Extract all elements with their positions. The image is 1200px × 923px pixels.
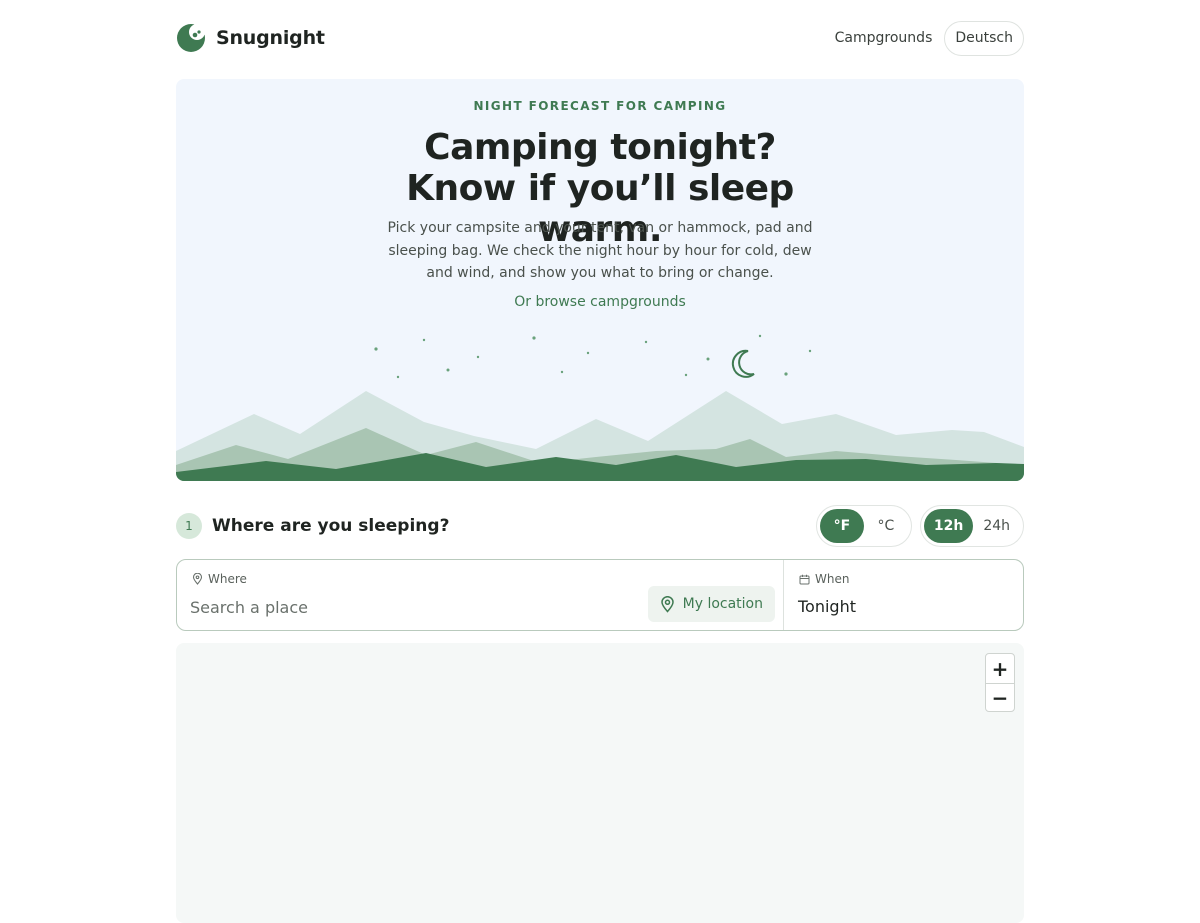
when-label-text: When xyxy=(815,572,850,586)
map-pin-icon xyxy=(192,573,203,585)
when-label: When xyxy=(799,572,849,586)
settings-toggles: °F °C 12h 24h xyxy=(815,505,1024,547)
step-number-badge: 1 xyxy=(176,513,202,539)
top-nav: Campgrounds Deutsch xyxy=(835,20,1024,56)
clock-12h-option[interactable]: 12h xyxy=(923,509,974,543)
moon-icon xyxy=(731,349,755,378)
hero-banner: NIGHT FORECAST FOR CAMPING Camping tonig… xyxy=(176,79,1024,481)
unit-fahrenheit-option[interactable]: °F xyxy=(819,509,864,543)
when-field[interactable]: When Tonight xyxy=(784,560,1023,630)
location-pin-icon xyxy=(660,595,674,613)
hero-eyebrow: NIGHT FORECAST FOR CAMPING xyxy=(473,99,727,113)
map-area[interactable]: + − xyxy=(176,643,1024,923)
hero-subtitle: Pick your campsite and your tent, van or… xyxy=(387,220,813,281)
moon-leaf-logo-icon xyxy=(177,24,205,52)
where-field: Where My location xyxy=(177,560,784,630)
brand-name: Snugnight xyxy=(216,27,325,49)
unit-celsius-option[interactable]: °C xyxy=(864,509,908,543)
language-button[interactable]: Deutsch xyxy=(944,20,1024,56)
nav-campgrounds-link[interactable]: Campgrounds xyxy=(835,30,933,46)
my-location-label: My location xyxy=(682,596,763,612)
step-header: 1 Where are you sleeping? °F °C 12h 24h xyxy=(176,505,1024,547)
calendar-icon xyxy=(799,574,810,584)
clock-24h-option[interactable]: 24h xyxy=(973,509,1020,543)
where-search-input[interactable] xyxy=(190,593,630,621)
top-bar: Snugnight Campgrounds Deutsch xyxy=(176,20,1024,56)
brand[interactable]: Snugnight xyxy=(176,23,325,53)
browse-campgrounds-link[interactable]: Or browse campgrounds xyxy=(176,294,1024,310)
zoom-out-button[interactable]: − xyxy=(986,683,1014,711)
zoom-in-button[interactable]: + xyxy=(986,654,1014,683)
unit-toggle: °F °C xyxy=(815,505,912,547)
my-location-button[interactable]: My location xyxy=(647,586,775,622)
location-search-panel: Where My location When Tonight xyxy=(176,559,1024,631)
where-label: Where xyxy=(192,572,247,586)
step-title: Where are you sleeping? xyxy=(212,516,450,536)
when-value[interactable]: Tonight xyxy=(798,597,856,616)
clock-toggle: 12h 24h xyxy=(919,505,1024,547)
where-label-text: Where xyxy=(208,572,247,586)
step-heading: 1 Where are you sleeping? xyxy=(176,513,449,539)
zoom-controls: + − xyxy=(985,653,1015,712)
